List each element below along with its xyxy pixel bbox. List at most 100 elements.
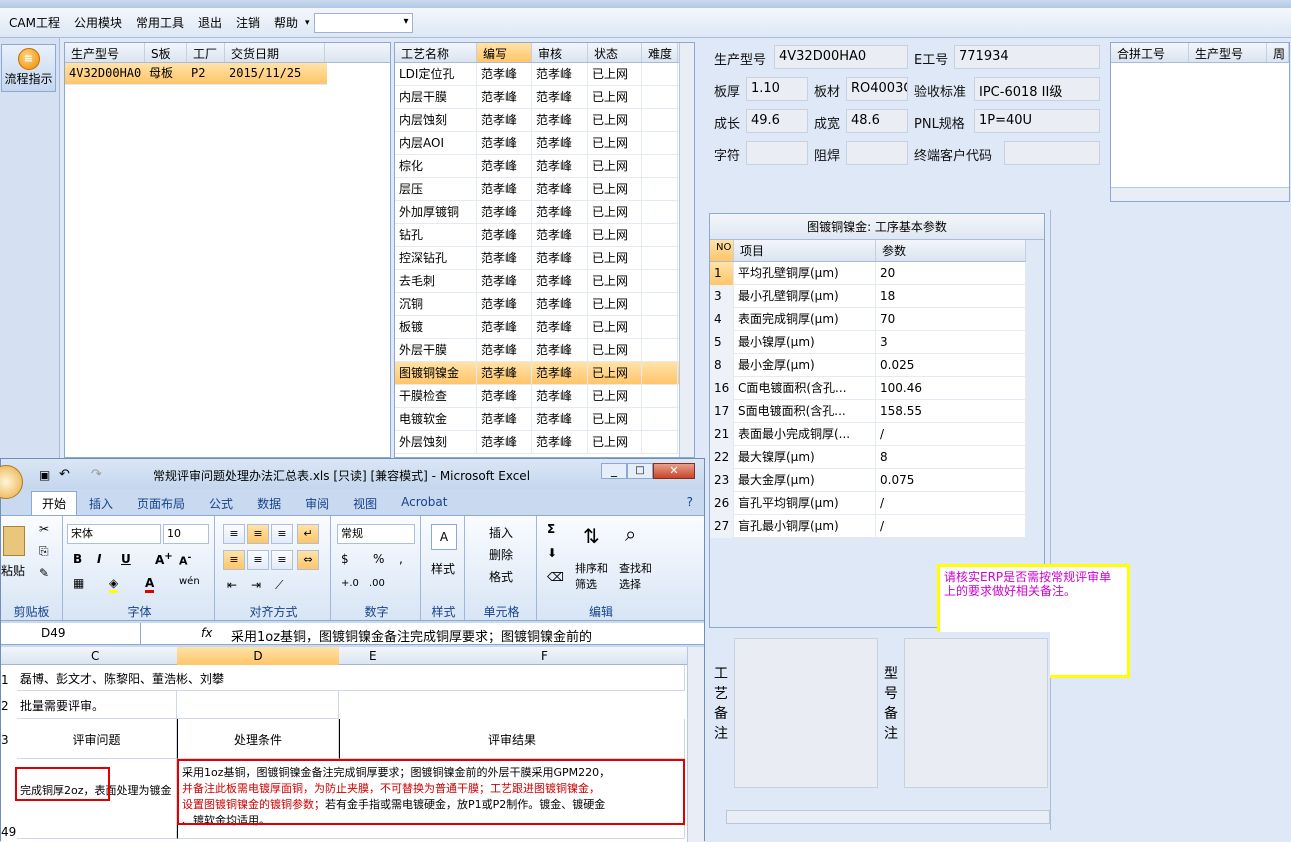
table-row[interactable]: 控深钻孔 范孝峰 范孝峰 已上网	[395, 246, 679, 270]
align-top-icon[interactable]: ≡	[223, 524, 245, 544]
cell-f3[interactable]: 评审结果	[339, 719, 685, 759]
bold-icon[interactable]: B	[73, 552, 82, 566]
font-color-icon[interactable]: A	[145, 576, 155, 593]
tab-layout[interactable]: 页面布局	[125, 491, 197, 515]
undo-icon[interactable]: ↶	[59, 467, 70, 482]
col-factory[interactable]: 工厂	[187, 43, 225, 62]
col-item[interactable]: 项目	[734, 240, 876, 261]
table-row[interactable]: 板镀 范孝峰 范孝峰 已上网	[395, 315, 679, 339]
cell-d3[interactable]: 处理条件	[177, 719, 339, 759]
sort-filter-icon[interactable]: ⇅	[583, 524, 600, 548]
silkscreen-field[interactable]	[746, 141, 808, 165]
cell-c2[interactable]: 批量需要评审。	[17, 691, 177, 719]
model-remark-box[interactable]	[904, 638, 1048, 788]
delete-cells-button[interactable]: 删除	[489, 546, 513, 563]
underline-icon[interactable]: U	[121, 552, 131, 566]
merge-hscrollbar[interactable]	[1111, 187, 1289, 201]
shrink-font-icon[interactable]: A-	[179, 552, 191, 568]
table-row[interactable]: 21 表面最小完成铜厚(... /	[710, 422, 1026, 446]
material-field[interactable]: RO4003C	[846, 77, 908, 101]
menu-tools[interactable]: 常用工具	[129, 14, 191, 31]
col-no[interactable]: NO	[710, 240, 734, 261]
fill-color-icon[interactable]: ◈	[109, 576, 119, 593]
align-left-icon[interactable]: ≡	[223, 550, 245, 570]
number-format-select[interactable]: 常规	[337, 524, 415, 544]
table-row[interactable]: 5 最小镍厚(μm) 3	[710, 330, 1026, 354]
table-row[interactable]: 内层干膜 范孝峰 范孝峰 已上网	[395, 85, 679, 109]
indent-decrease-icon[interactable]: ⇤	[227, 578, 237, 592]
tab-acrobat[interactable]: Acrobat	[389, 491, 459, 515]
customer-code-field[interactable]	[1004, 141, 1100, 165]
table-row[interactable]: 外层干膜 范孝峰 范孝峰 已上网	[395, 338, 679, 362]
table-row[interactable]: 钻孔 范孝峰 范孝峰 已上网	[395, 223, 679, 247]
indent-increase-icon[interactable]: ⇥	[251, 578, 261, 592]
row-header-49[interactable]: 49	[1, 825, 16, 839]
table-row[interactable]: 内层蚀刻 范孝峰 范孝峰 已上网	[395, 108, 679, 132]
find-select-icon[interactable]: ⌕	[625, 522, 636, 546]
tab-home[interactable]: 开始	[31, 491, 78, 515]
table-row[interactable]: 8 最小金厚(μm) 0.025	[710, 353, 1026, 377]
col-merge-no[interactable]: 合拼工号	[1111, 43, 1189, 62]
tab-view[interactable]: 视图	[341, 491, 389, 515]
table-row[interactable]: 外层蚀刻 范孝峰 范孝峰 已上网	[395, 430, 679, 454]
table-row[interactable]: 22 最大镍厚(μm) 8	[710, 445, 1026, 469]
cut-icon[interactable]: ✂	[39, 522, 49, 536]
menu-exit[interactable]: 退出	[191, 14, 229, 31]
phonetic-icon[interactable]: wén	[179, 576, 200, 587]
office-button-icon[interactable]	[0, 465, 23, 499]
styles-icon[interactable]: A	[431, 524, 457, 550]
width-field[interactable]: 48.6	[846, 109, 908, 133]
align-right-icon[interactable]: ≡	[271, 550, 293, 570]
increase-decimal-icon[interactable]: +.0	[341, 578, 359, 589]
remarks-hscrollbar[interactable]	[726, 810, 1050, 824]
row-header-2[interactable]: 2	[1, 699, 9, 713]
styles-button[interactable]: 样式	[431, 560, 455, 577]
help-icon[interactable]: ?	[679, 491, 701, 515]
copy-icon[interactable]: ⎘	[39, 544, 49, 559]
sort-filter-button[interactable]: 排序和筛选	[575, 560, 615, 592]
table-row[interactable]: 4 表面完成铜厚(μm) 70	[710, 307, 1026, 331]
redo-icon[interactable]: ↷	[91, 467, 102, 482]
table-row[interactable]: 1 平均孔壁铜厚(μm) 20	[710, 261, 1026, 285]
find-select-button[interactable]: 查找和选择	[619, 560, 659, 592]
col-header-d[interactable]: D	[177, 647, 339, 665]
table-row[interactable]: 外加厚镀铜 范孝峰 范孝峰 已上网	[395, 200, 679, 224]
border-icon[interactable]: ▦	[73, 576, 84, 590]
pnl-field[interactable]: 1P=40U	[974, 109, 1100, 133]
function-icon[interactable]: fx	[201, 626, 212, 640]
tab-formula[interactable]: 公式	[197, 491, 245, 515]
table-row[interactable]: 棕化 范孝峰 范孝峰 已上网	[395, 154, 679, 178]
table-row[interactable]: 26 盲孔平均铜厚(μm) /	[710, 491, 1026, 515]
align-bottom-icon[interactable]: ≡	[271, 524, 293, 544]
menu-combo-box[interactable]	[313, 12, 413, 33]
menu-help[interactable]: 帮助	[267, 14, 305, 31]
cell-d2[interactable]	[177, 691, 339, 719]
tab-review[interactable]: 审阅	[293, 491, 341, 515]
fill-icon[interactable]: ⬇	[547, 546, 557, 560]
table-row[interactable]: 电镀软金 范孝峰 范孝峰 已上网	[395, 407, 679, 431]
align-center-icon[interactable]: ≡	[247, 550, 269, 570]
excel-vscrollbar[interactable]	[687, 647, 704, 842]
craft-remark-box[interactable]	[734, 638, 878, 788]
col-process[interactable]: 工艺名称	[395, 43, 477, 62]
col-header-e[interactable]: E	[369, 649, 377, 663]
minimize-icon[interactable]: _	[601, 463, 627, 479]
format-cells-button[interactable]: 格式	[489, 568, 513, 585]
col-status[interactable]: 状态	[588, 43, 642, 62]
paste-icon[interactable]	[3, 526, 25, 556]
menu-logout[interactable]: 注销	[229, 14, 267, 31]
name-box[interactable]: D49	[1, 623, 141, 644]
col-difficulty[interactable]: 难度	[642, 43, 678, 62]
col-model[interactable]: 生产型号	[65, 43, 145, 62]
table-row[interactable]: 图镀铜镍金 范孝峰 范孝峰 已上网	[395, 361, 679, 385]
table-row[interactable]: 4V32D00HA0 母板 P2 2015/11/25	[65, 63, 327, 85]
flow-indicator-button[interactable]: ≡ 流程指示	[1, 44, 56, 92]
menu-cam[interactable]: CAM工程	[2, 14, 67, 31]
paste-button[interactable]: 粘贴	[1, 562, 25, 579]
font-size-select[interactable]: 10	[163, 524, 209, 544]
grow-font-icon[interactable]: A+	[155, 551, 173, 567]
standard-field[interactable]: IPC-6018 II级	[974, 77, 1100, 101]
autosum-icon[interactable]: Σ	[547, 522, 555, 536]
row-header-1[interactable]: 1	[1, 673, 9, 687]
table-row[interactable]: 层压 范孝峰 范孝峰 已上网	[395, 177, 679, 201]
